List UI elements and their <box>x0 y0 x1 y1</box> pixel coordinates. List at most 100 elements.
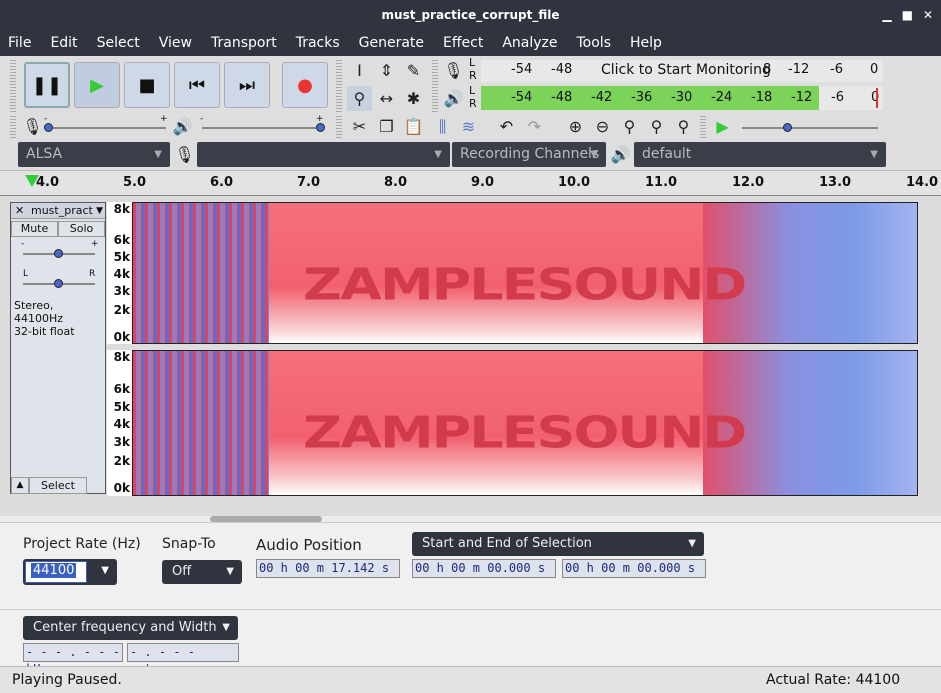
select-track-button[interactable]: Select <box>29 477 87 494</box>
play-speed-thumb[interactable] <box>783 123 792 132</box>
slider-plus-label: + <box>160 114 168 124</box>
y-axis-tick: 0k <box>113 329 130 344</box>
audio-host-select[interactable]: ALSA ▼ <box>18 142 170 167</box>
collapse-track-icon[interactable]: ▲ <box>11 477 29 494</box>
spectral-mode-select[interactable]: Center frequency and Width ▼ <box>23 616 238 640</box>
toolbar-grip[interactable] <box>336 60 342 112</box>
close-icon[interactable]: ✕ <box>923 0 933 30</box>
fit-selection-icon[interactable]: ⚲ <box>617 114 642 139</box>
window-titlebar: must_practice_corrupt_file ▁ ■ ✕ <box>0 0 941 30</box>
playback-device-select[interactable]: default ▼ <box>634 142 886 167</box>
minimize-icon[interactable]: ▁ <box>882 0 891 30</box>
cut-icon[interactable]: ✂ <box>347 114 372 139</box>
menu-transport[interactable]: Transport <box>209 35 279 51</box>
meter-tick: -54 <box>511 90 533 105</box>
timeline-ruler[interactable]: 4.0 5.0 6.0 7.0 8.0 9.0 10.0 11.0 12.0 13.0 14.0 <box>0 170 941 196</box>
maximize-icon[interactable]: ■ <box>902 0 913 30</box>
menu-tracks[interactable]: Tracks <box>294 35 342 51</box>
menu-generate[interactable]: Generate <box>357 35 426 51</box>
solo-button[interactable]: Solo <box>58 221 105 237</box>
spectrogram-channel-left[interactable]: ZAMPLESOUND <box>132 202 918 344</box>
spectrogram-channel-right[interactable]: ZAMPLESOUND <box>132 350 918 496</box>
record-meter-mic-icon[interactable]: 🎙 <box>441 58 466 83</box>
menu-help[interactable]: Help <box>628 35 664 51</box>
undo-icon[interactable]: ↶ <box>494 114 519 139</box>
menu-select[interactable]: Select <box>95 35 142 51</box>
skip-start-button[interactable]: ⏮ <box>174 62 220 108</box>
center-frequency-field[interactable]: - - - . - - - kHz <box>23 643 123 676</box>
playback-volume-thumb[interactable] <box>316 123 325 132</box>
skip-end-button[interactable]: ⏭ <box>224 62 270 108</box>
window-title: must_practice_corrupt_file <box>381 8 560 22</box>
meter-tick: -42 <box>591 90 613 105</box>
y-axis-tick: 8k <box>113 350 130 364</box>
device-speaker-icon: 🔊 <box>610 145 631 164</box>
menu-view[interactable]: View <box>157 35 194 51</box>
copy-icon[interactable]: ❐ <box>374 114 399 139</box>
envelope-tool-icon[interactable]: ⇕ <box>374 58 399 83</box>
selection-mode-select[interactable]: Start and End of Selection ▼ <box>412 532 704 556</box>
menu-effect[interactable]: Effect <box>441 35 485 51</box>
playback-meter-speaker-icon[interactable]: 🔊 <box>441 86 466 111</box>
recording-volume-slider[interactable] <box>46 127 166 129</box>
meter-lr-label: LR <box>469 56 477 82</box>
toolbar-grip[interactable] <box>10 60 16 112</box>
play-at-speed-icon[interactable]: ▶ <box>710 114 735 139</box>
selection-tool-icon[interactable]: I <box>347 58 372 83</box>
pan-thumb[interactable] <box>54 279 63 288</box>
playback-meter[interactable]: -54-48-42-36-30-24-18-12-60 <box>481 86 883 110</box>
recording-channels-select[interactable]: Recording Channels ▼ <box>452 142 606 167</box>
selection-toolbar: Project Rate (Hz) 44100 ▼ Snap-To Off ▼ A… <box>0 522 941 676</box>
trim-icon[interactable]: ⫼ <box>430 114 455 139</box>
recording-device-select[interactable]: ▼ <box>197 142 450 167</box>
meter-tick: -12 <box>791 90 813 105</box>
track-control-panel[interactable]: ✕ must_practi ▼ Mute Solo - + L R Stereo… <box>10 202 106 494</box>
draw-tool-icon[interactable]: ✎ <box>401 58 426 83</box>
selection-end-field[interactable]: 00 h 00 m 00.000 s <box>562 559 706 578</box>
timeshift-tool-icon[interactable]: ↔ <box>374 86 399 111</box>
menu-file[interactable]: File <box>6 35 33 51</box>
selection-start-field[interactable]: 00 h 00 m 00.000 s <box>412 559 556 578</box>
snap-to-select[interactable]: Off ▼ <box>162 560 242 584</box>
monitor-prompt[interactable]: Click to Start Monitoring <box>601 62 771 78</box>
menu-edit[interactable]: Edit <box>48 35 79 51</box>
bandwidth-field[interactable]: - . - - - octaves <box>127 643 239 676</box>
peak-marker <box>876 88 878 108</box>
silence-icon[interactable]: ≋ <box>456 114 481 139</box>
meter-tick: -36 <box>631 90 653 105</box>
stop-button[interactable]: ■ <box>124 62 170 108</box>
menu-tools[interactable]: Tools <box>575 35 614 51</box>
playback-volume-slider[interactable] <box>202 127 322 129</box>
record-meter[interactable]: -54 -48 Click to Start Monitoring 8 -12 … <box>481 60 883 82</box>
zoom-in-icon[interactable]: ⊕ <box>563 114 588 139</box>
toolbar-grip[interactable] <box>700 116 706 140</box>
toolbar-grip[interactable] <box>10 116 16 140</box>
project-rate-combo[interactable]: 44100 ▼ <box>23 559 117 585</box>
ruler-tick: 14.0 <box>906 175 939 190</box>
track-menu-chevron-icon[interactable]: ▼ <box>96 203 103 219</box>
project-rate-input[interactable]: 44100 <box>31 563 77 578</box>
toolbar-grip[interactable] <box>432 60 438 112</box>
zoom-out-icon[interactable]: ⊖ <box>590 114 615 139</box>
chevron-down-icon[interactable]: ▼ <box>101 565 109 576</box>
track-close-icon[interactable]: ✕ <box>15 203 24 219</box>
mute-button[interactable]: Mute <box>11 221 58 237</box>
multi-tool-icon[interactable]: ✱ <box>401 86 426 111</box>
gain-thumb[interactable] <box>54 249 63 258</box>
audio-position-field[interactable]: 00 h 00 m 17.142 s <box>256 559 400 578</box>
record-button[interactable]: ● <box>282 62 328 108</box>
track-name[interactable]: must_practi <box>31 203 93 219</box>
toolbar-grip[interactable] <box>336 116 342 140</box>
paste-icon[interactable]: 📋 <box>401 114 426 139</box>
recording-volume-thumb[interactable] <box>44 123 53 132</box>
play-button[interactable]: ▶ <box>74 62 120 108</box>
snap-to-label: Snap-To <box>162 536 216 552</box>
play-speed-slider[interactable] <box>742 127 878 129</box>
menu-analyze[interactable]: Analyze <box>500 35 559 51</box>
track-info: Stereo, 44100Hz 32-bit float <box>14 299 105 338</box>
zoom-tool-icon[interactable]: ⚲ <box>347 86 372 111</box>
fit-project-icon[interactable]: ⚲ <box>644 114 669 139</box>
zoom-toggle-icon[interactable]: ⚲ <box>671 114 696 139</box>
pause-button[interactable]: ❚❚ <box>24 62 70 108</box>
redo-icon[interactable]: ↷ <box>522 114 547 139</box>
